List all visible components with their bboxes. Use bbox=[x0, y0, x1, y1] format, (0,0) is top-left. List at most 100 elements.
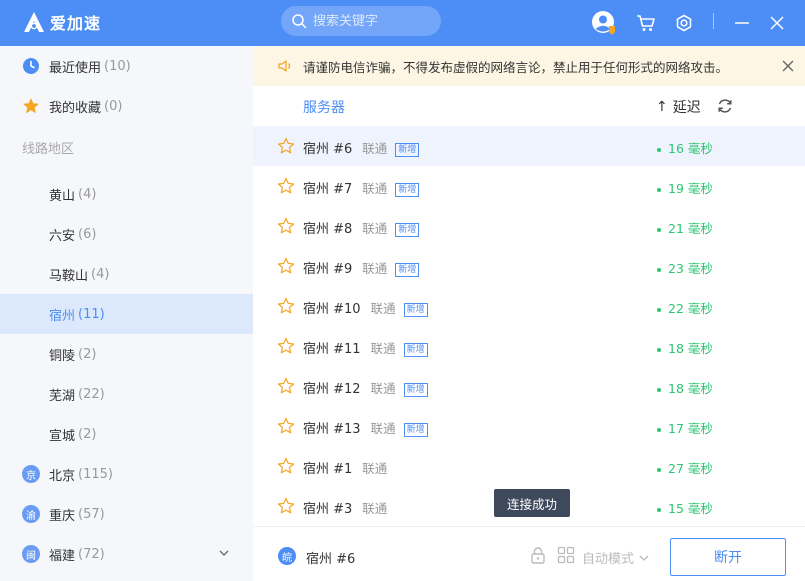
star-outline-icon[interactable] bbox=[277, 217, 295, 235]
status-dot-icon bbox=[657, 267, 661, 272]
chevron-down-icon bbox=[639, 555, 649, 561]
sidebar-item-city[interactable]: 马鞍山 (4) bbox=[0, 254, 253, 294]
cart-button[interactable] bbox=[633, 10, 659, 36]
star-filled-icon bbox=[22, 97, 40, 115]
chevron-down-icon[interactable] bbox=[219, 548, 229, 558]
title-bar: 爱加速 bbox=[0, 0, 805, 46]
sidebar-item-city-selected[interactable]: 宿州 (11) bbox=[0, 294, 253, 334]
sidebar-item-city[interactable]: 六安 (6) bbox=[0, 214, 253, 254]
lock-icon[interactable] bbox=[529, 546, 547, 564]
search-box[interactable] bbox=[281, 6, 441, 36]
settings-button[interactable] bbox=[671, 10, 697, 36]
star-outline-icon[interactable] bbox=[277, 257, 295, 275]
server-row[interactable]: 宿州 #9 联通 新增 23 毫秒 bbox=[253, 246, 805, 286]
server-name-cell: 宿州 #10 联通 新增 bbox=[303, 298, 428, 317]
close-icon bbox=[770, 16, 784, 30]
sidebar-item-province[interactable]: 渝 重庆 (57) bbox=[0, 494, 253, 534]
server-name: 宿州 #13 bbox=[303, 422, 361, 437]
server-row[interactable]: 宿州 #1 联通 27 毫秒 bbox=[253, 446, 805, 486]
bottom-bar: 皖 宿州 #6 自动模式 断开 bbox=[253, 526, 805, 581]
sidebar-item-count: (2) bbox=[78, 346, 97, 362]
user-avatar-button[interactable] bbox=[591, 10, 617, 36]
server-row[interactable]: 宿州 #6 联通 新增 16 毫秒 bbox=[253, 126, 805, 166]
server-row[interactable]: 宿州 #13 联通 新增 17 毫秒 bbox=[253, 406, 805, 446]
server-name: 宿州 #11 bbox=[303, 342, 361, 357]
star-outline-icon[interactable] bbox=[277, 177, 295, 195]
server-isp: 联通 bbox=[370, 421, 396, 436]
sidebar-item-count: (72) bbox=[78, 546, 105, 562]
server-row[interactable]: 宿州 #11 联通 新增 18 毫秒 bbox=[253, 326, 805, 366]
sidebar-item-count: (2) bbox=[78, 426, 97, 442]
sidebar-item-count: (0) bbox=[104, 98, 123, 114]
minimize-button[interactable] bbox=[729, 10, 755, 36]
star-outline-icon[interactable] bbox=[277, 417, 295, 435]
titlebar-divider bbox=[713, 13, 714, 29]
sidebar-item-recent[interactable]: 最近使用 (10) bbox=[0, 46, 253, 86]
search-input[interactable] bbox=[313, 13, 433, 29]
server-name: 宿州 #1 bbox=[303, 462, 353, 477]
sidebar-item-city[interactable]: 宣城 (2) bbox=[0, 414, 253, 454]
server-name: 宿州 #7 bbox=[303, 182, 353, 197]
server-name-cell: 宿州 #13 联通 新增 bbox=[303, 418, 428, 437]
sidebar-item-city[interactable]: 黄山 (4) bbox=[0, 174, 253, 214]
mode-selector[interactable]: 自动模式 bbox=[582, 548, 649, 567]
latency-unit: 毫秒 bbox=[687, 381, 713, 396]
sidebar-item-label: 六安 bbox=[49, 228, 76, 244]
server-name: 宿州 #10 bbox=[303, 302, 361, 317]
new-badge: 新增 bbox=[395, 183, 420, 197]
sidebar-item-province[interactable]: 闽 福建 (72) bbox=[0, 534, 253, 574]
close-notice-icon[interactable] bbox=[781, 59, 795, 73]
status-dot-icon bbox=[657, 467, 661, 472]
server-latency: 22 毫秒 bbox=[657, 298, 713, 317]
server-name: 宿州 #12 bbox=[303, 382, 361, 397]
sidebar-item-label: 福建 bbox=[49, 548, 76, 564]
column-header-latency[interactable]: ↑ 延迟 bbox=[656, 97, 701, 117]
server-name: 宿州 #3 bbox=[303, 502, 353, 517]
server-row[interactable]: 宿州 #8 联通 新增 21 毫秒 bbox=[253, 206, 805, 246]
sidebar-item-count: (115) bbox=[78, 466, 113, 482]
star-outline-icon[interactable] bbox=[277, 137, 295, 155]
sidebar-item-count: (4) bbox=[78, 186, 97, 202]
sidebar-item-favorites[interactable]: 我的收藏 (0) bbox=[0, 86, 253, 126]
disconnect-button[interactable]: 断开 bbox=[670, 538, 786, 576]
star-outline-icon[interactable] bbox=[277, 497, 295, 515]
sidebar-item-label: 重庆 bbox=[49, 508, 76, 524]
star-outline-icon[interactable] bbox=[277, 337, 295, 355]
sidebar-item-count: (11) bbox=[78, 306, 105, 322]
latency-value: 27 bbox=[668, 461, 684, 476]
speaker-icon bbox=[278, 60, 291, 72]
sidebar-item-count: (57) bbox=[78, 506, 105, 522]
server-name-cell: 宿州 #12 联通 新增 bbox=[303, 378, 428, 397]
star-outline-icon[interactable] bbox=[277, 377, 295, 395]
close-window-button[interactable] bbox=[764, 10, 790, 36]
server-list-header: 服务器 ↑ 延迟 bbox=[253, 86, 805, 126]
status-dot-icon bbox=[657, 427, 661, 432]
refresh-icon[interactable] bbox=[716, 97, 734, 115]
sidebar-item-city[interactable]: 铜陵 (2) bbox=[0, 334, 253, 374]
sidebar-item-label: 我的收藏 bbox=[49, 100, 102, 116]
server-row[interactable]: 宿州 #12 联通 新增 18 毫秒 bbox=[253, 366, 805, 406]
status-dot-icon bbox=[657, 507, 661, 512]
server-latency: 16 毫秒 bbox=[657, 138, 713, 157]
latency-value: 22 bbox=[668, 301, 684, 316]
sidebar-item-count: (4) bbox=[91, 266, 110, 282]
sidebar-item-province[interactable]: 京 北京 (115) bbox=[0, 454, 253, 494]
server-row[interactable]: 宿州 #10 联通 新增 22 毫秒 bbox=[253, 286, 805, 326]
column-header-server[interactable]: 服务器 bbox=[303, 97, 345, 117]
server-row[interactable]: 宿州 #7 联通 新增 19 毫秒 bbox=[253, 166, 805, 206]
grid-mode-icon[interactable] bbox=[557, 546, 575, 564]
star-outline-icon[interactable] bbox=[277, 457, 295, 475]
server-name-cell: 宿州 #6 联通 新增 bbox=[303, 138, 420, 157]
status-dot-icon bbox=[657, 147, 661, 152]
mode-label: 自动模式 bbox=[582, 552, 635, 567]
column-header-latency-label: 延迟 bbox=[672, 100, 701, 116]
sidebar-item-city[interactable]: 芜湖 (22) bbox=[0, 374, 253, 414]
latency-unit: 毫秒 bbox=[687, 261, 713, 276]
server-name-cell: 宿州 #8 联通 新增 bbox=[303, 218, 420, 237]
sort-arrow-icon: ↑ bbox=[656, 99, 668, 115]
star-outline-icon[interactable] bbox=[277, 297, 295, 315]
sidebar-item-label: 芜湖 bbox=[49, 388, 76, 404]
status-dot-icon bbox=[657, 187, 661, 192]
latency-unit: 毫秒 bbox=[687, 461, 713, 476]
new-badge: 新增 bbox=[403, 303, 428, 317]
